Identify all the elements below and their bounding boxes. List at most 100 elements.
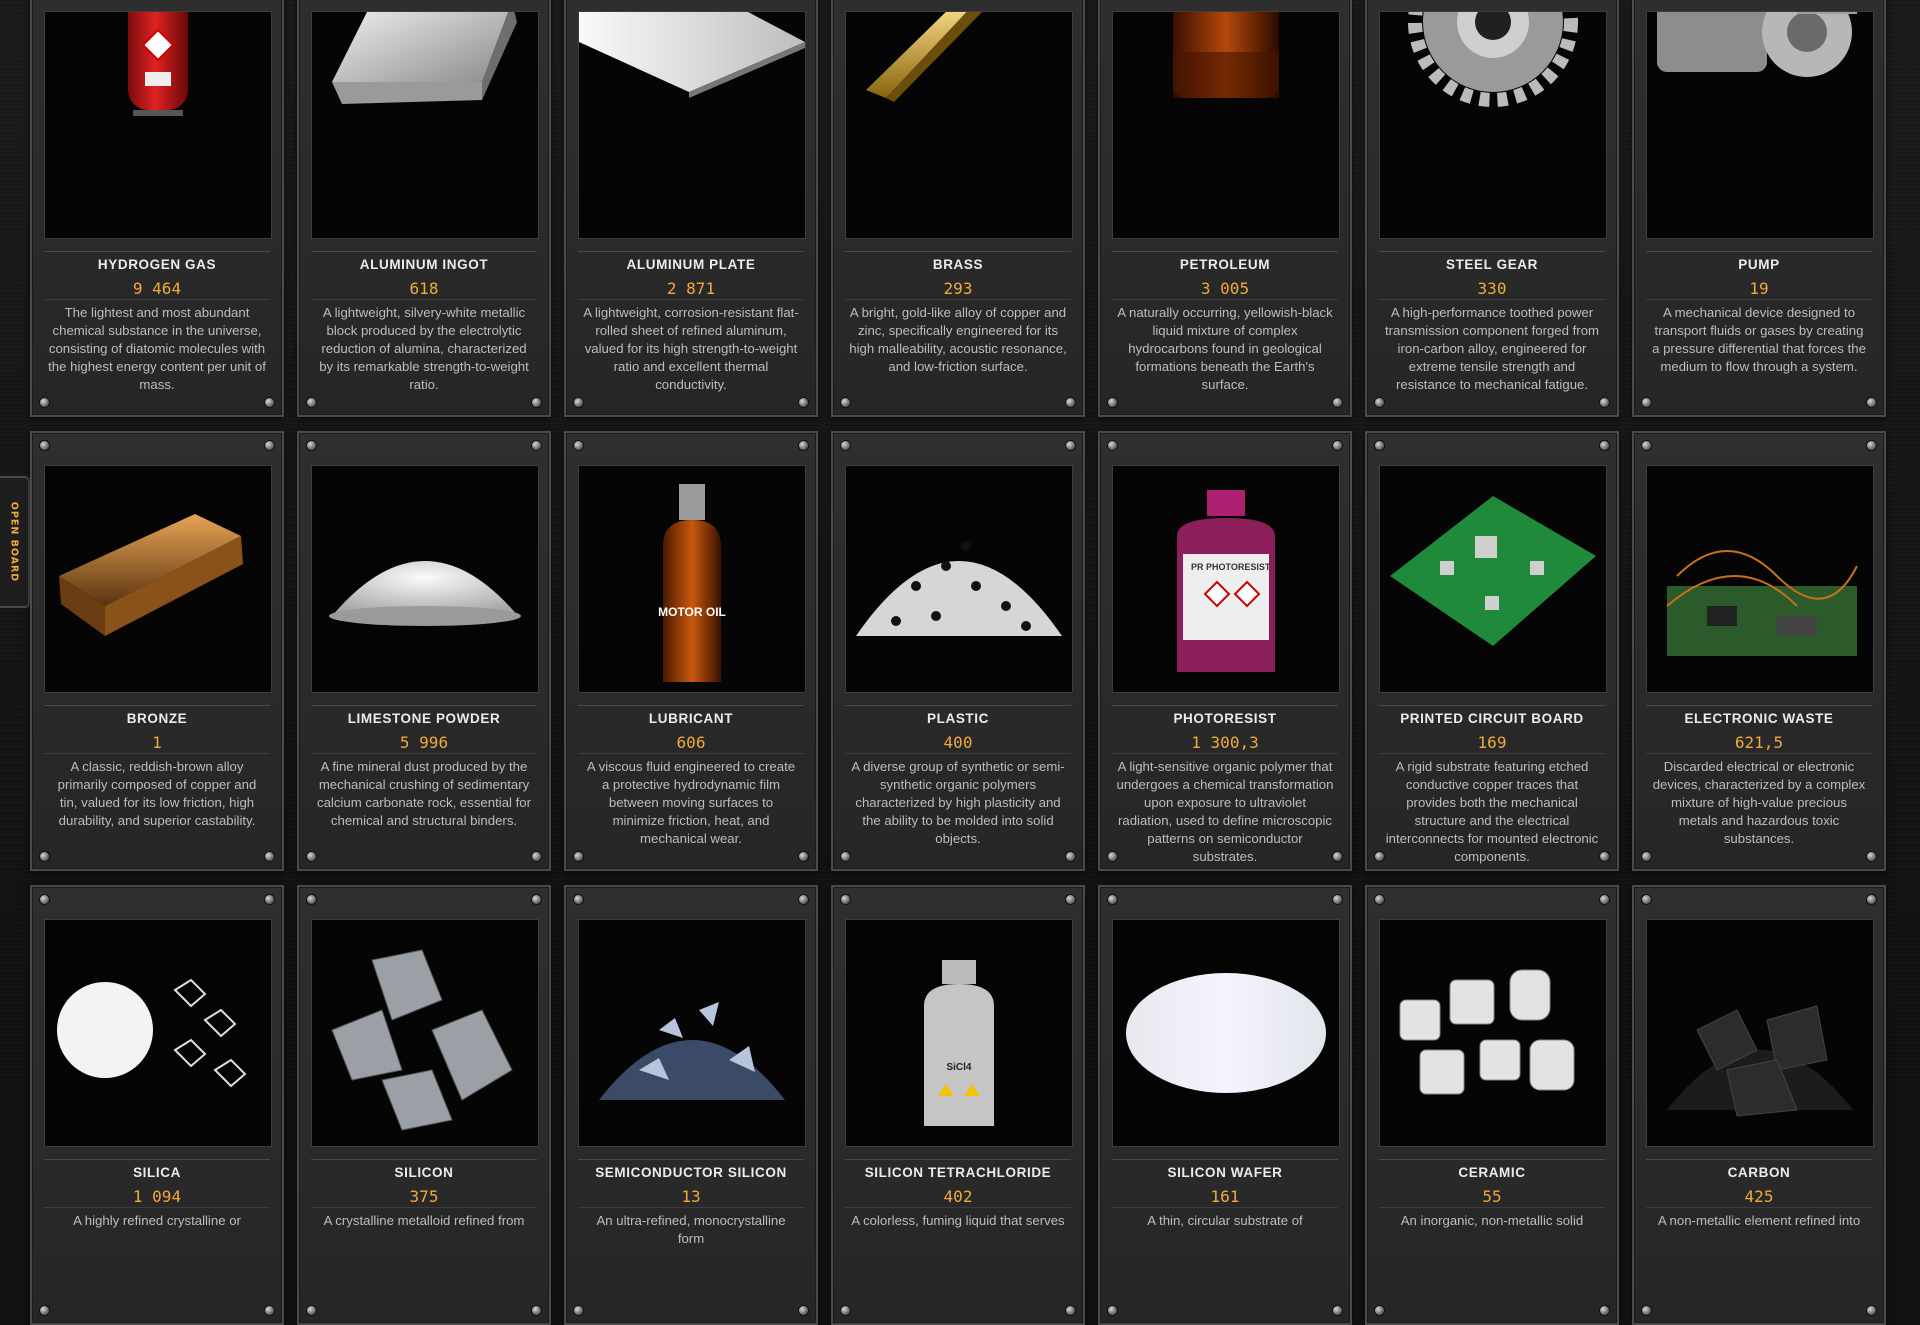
resource-card[interactable]: PRINTED CIRCUIT BOARD 169 A rigid substr… bbox=[1365, 431, 1619, 871]
resource-name: SILICON WAFER bbox=[1167, 1165, 1283, 1180]
bolt-icon bbox=[307, 441, 316, 450]
card-divider bbox=[845, 753, 1071, 754]
resource-count: 2 871 bbox=[666, 279, 716, 298]
card-divider bbox=[44, 753, 270, 754]
card-divider bbox=[578, 299, 804, 300]
resource-card[interactable]: PR PHOTORESIST PHOTORESIST 1 300,3 A lig… bbox=[1098, 431, 1352, 871]
bolt-icon bbox=[1600, 852, 1609, 861]
circuit-board-icon bbox=[1379, 465, 1607, 693]
card-divider bbox=[1379, 251, 1605, 252]
resource-card[interactable]: PLASTIC 400 A diverse group of synthetic… bbox=[831, 431, 1085, 871]
card-divider bbox=[311, 1159, 537, 1160]
resource-card[interactable]: SILICA 1 094 A highly refined crystallin… bbox=[30, 885, 284, 1325]
card-divider bbox=[845, 1159, 1071, 1160]
resource-card[interactable]: SEMICONDUCTOR SILICON 13 An ultra-refine… bbox=[564, 885, 818, 1325]
resource-card[interactable]: BRASS 293 A bright, gold-like alloy of c… bbox=[831, 0, 1085, 417]
bolt-icon bbox=[265, 441, 274, 450]
card-divider bbox=[311, 299, 537, 300]
resource-count: 618 bbox=[409, 279, 439, 298]
bolt-icon bbox=[799, 1306, 808, 1315]
resource-card[interactable]: BRONZE 1 A classic, reddish-brown alloy … bbox=[30, 431, 284, 871]
resource-card[interactable]: MOTOR OIL LUBRICANT 606 A viscous fluid … bbox=[564, 431, 818, 871]
card-divider bbox=[44, 1207, 270, 1208]
pump-icon bbox=[1646, 11, 1874, 239]
bolt-icon bbox=[1375, 1306, 1384, 1315]
bolt-icon bbox=[265, 895, 274, 904]
resource-card[interactable]: ALUMINUM PLATE 2 871 A lightweight, corr… bbox=[564, 0, 818, 417]
resource-count: 1 bbox=[152, 733, 162, 752]
bolt-icon bbox=[1867, 398, 1876, 407]
bolt-icon bbox=[1867, 1306, 1876, 1315]
resource-card[interactable]: CARBON 425 A non-metallic element refine… bbox=[1632, 885, 1886, 1325]
bolt-icon bbox=[1600, 895, 1609, 904]
resource-name: ELECTRONIC WASTE bbox=[1684, 711, 1834, 726]
resource-name: SILICON bbox=[394, 1165, 454, 1180]
bolt-icon bbox=[1867, 441, 1876, 450]
brass-bar-icon bbox=[845, 11, 1073, 239]
resource-name: PUMP bbox=[1738, 257, 1780, 272]
motor-oil-bottle-icon: MOTOR OIL bbox=[578, 465, 806, 693]
resource-count: 293 bbox=[943, 279, 973, 298]
card-divider bbox=[578, 1207, 804, 1208]
bolt-icon bbox=[1867, 852, 1876, 861]
resource-card[interactable]: HYDROGEN GAS 9 464 The lightest and most… bbox=[30, 0, 284, 417]
resource-card[interactable]: PUMP 19 A mechanical device designed to … bbox=[1632, 0, 1886, 417]
e-waste-icon bbox=[1646, 465, 1874, 693]
resource-name: BRONZE bbox=[126, 711, 188, 726]
hydrogen-cylinder-icon bbox=[44, 11, 272, 239]
bolt-icon bbox=[307, 852, 316, 861]
open-board-tab[interactable]: OPEN BOARD bbox=[0, 476, 30, 608]
card-divider bbox=[1112, 299, 1338, 300]
card-divider bbox=[311, 251, 537, 252]
resource-count: 55 bbox=[1482, 1187, 1502, 1206]
resource-description: An inorganic, non-metallic solid bbox=[1400, 1213, 1584, 1228]
bolt-icon bbox=[265, 852, 274, 861]
steel-gear-icon bbox=[1379, 11, 1607, 239]
resource-description: An ultra-refined, monocrystalline form bbox=[596, 1213, 786, 1246]
bolt-icon bbox=[1333, 441, 1342, 450]
resource-name: SILICA bbox=[133, 1165, 181, 1180]
card-divider bbox=[311, 705, 537, 706]
bolt-icon bbox=[532, 895, 541, 904]
card-divider bbox=[311, 753, 537, 754]
resource-card[interactable]: SiCl4 SILICON TETRACHLORIDE 402 A colorl… bbox=[831, 885, 1085, 1325]
resource-description: A high-performance toothed power transmi… bbox=[1384, 305, 1600, 392]
resource-card[interactable]: PETROLEUM 3 005 A naturally occurring, y… bbox=[1098, 0, 1352, 417]
resource-count: 621,5 bbox=[1734, 733, 1784, 752]
resource-count: 606 bbox=[676, 733, 706, 752]
bolt-icon bbox=[1642, 1306, 1651, 1315]
bolt-icon bbox=[40, 1306, 49, 1315]
resource-name: PRINTED CIRCUIT BOARD bbox=[1400, 711, 1584, 726]
bolt-icon bbox=[1375, 398, 1384, 407]
resource-description: A viscous fluid engineered to create a p… bbox=[586, 759, 796, 846]
resource-count: 330 bbox=[1477, 279, 1507, 298]
bolt-icon bbox=[799, 852, 808, 861]
resource-name: SILICON TETRACHLORIDE bbox=[864, 1165, 1052, 1180]
bolt-icon bbox=[307, 1306, 316, 1315]
card-divider bbox=[44, 1159, 270, 1160]
resource-card[interactable]: ALUMINUM INGOT 618 A lightweight, silver… bbox=[297, 0, 551, 417]
silicon-chunks-icon bbox=[311, 919, 539, 1147]
resource-description: The lightest and most abundant chemical … bbox=[48, 305, 266, 392]
resource-card[interactable]: ELECTRONIC WASTE 621,5 Discarded electri… bbox=[1632, 431, 1886, 871]
petroleum-bottle-icon bbox=[1112, 11, 1340, 239]
resource-card[interactable]: STEEL GEAR 330 A high-performance toothe… bbox=[1365, 0, 1619, 417]
resource-card[interactable]: CERAMIC 55 An inorganic, non-metallic so… bbox=[1365, 885, 1619, 1325]
bolt-icon bbox=[40, 441, 49, 450]
semiconductor-silicon-icon bbox=[578, 919, 806, 1147]
aluminum-plate-icon bbox=[578, 11, 806, 239]
resource-count: 400 bbox=[943, 733, 973, 752]
bolt-icon bbox=[1066, 1306, 1075, 1315]
card-divider bbox=[1379, 1207, 1605, 1208]
carbon-chunks-icon bbox=[1646, 919, 1874, 1147]
bolt-icon bbox=[841, 441, 850, 450]
bolt-icon bbox=[40, 895, 49, 904]
resource-description: Discarded electrical or electronic devic… bbox=[1652, 759, 1866, 846]
resource-card[interactable]: SILICON WAFER 161 A thin, circular subst… bbox=[1098, 885, 1352, 1325]
resource-card[interactable]: LIMESTONE POWDER 5 996 A fine mineral du… bbox=[297, 431, 551, 871]
powder-pile-icon bbox=[311, 465, 539, 693]
resource-card[interactable]: SILICON 375 A crystalline metalloid refi… bbox=[297, 885, 551, 1325]
bronze-bar-icon bbox=[44, 465, 272, 693]
bolt-icon bbox=[574, 398, 583, 407]
card-divider bbox=[1379, 753, 1605, 754]
